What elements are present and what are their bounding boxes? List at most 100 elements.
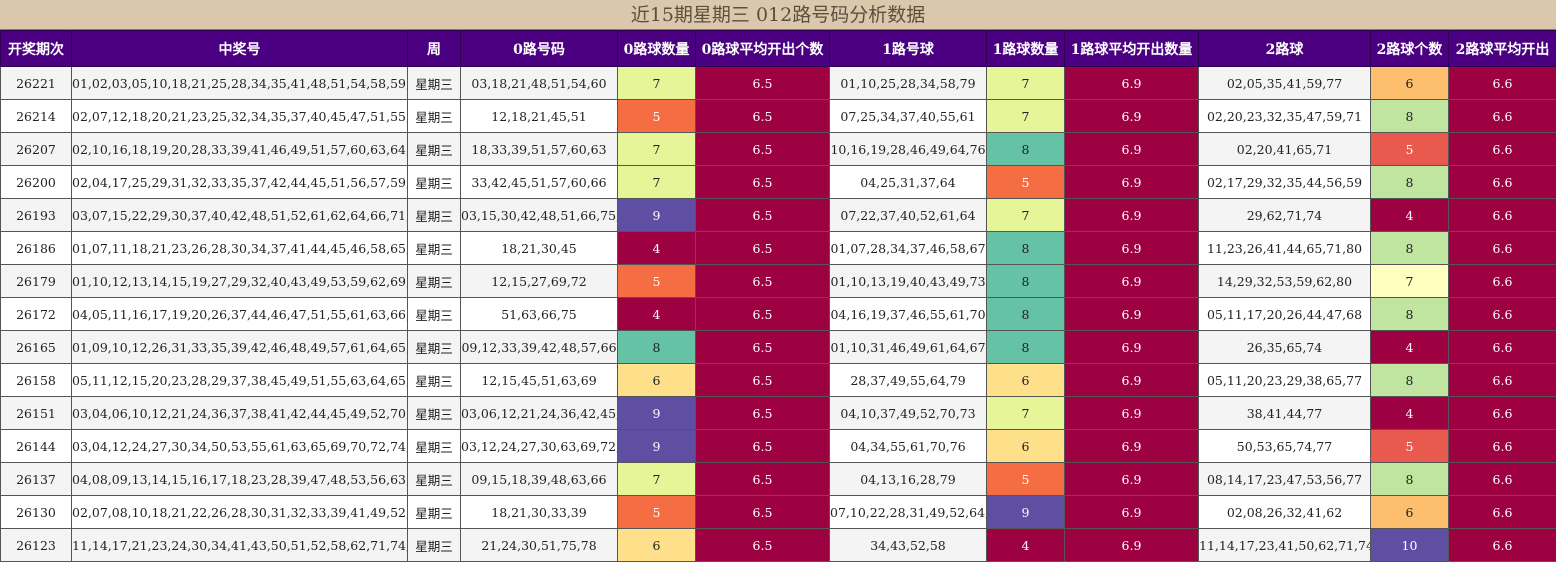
cell-week: 星期三 <box>408 67 461 100</box>
cell-road2-average: 6.6 <box>1449 430 1556 463</box>
table-row: 2618601,07,11,18,21,23,26,28,30,34,37,41… <box>1 232 1556 265</box>
cell-road1-count: 8 <box>987 265 1065 298</box>
cell-road1-count: 8 <box>987 232 1065 265</box>
header-numbers[interactable]: 中奖号 <box>72 31 408 67</box>
header-road1-count[interactable]: 1路球数量 <box>987 31 1065 67</box>
cell-road1-numbers: 01,10,25,28,34,58,79 <box>830 67 987 100</box>
cell-road1-average: 6.9 <box>1065 265 1199 298</box>
cell-road2-average: 6.6 <box>1449 100 1556 133</box>
cell-road2-numbers: 29,62,71,74 <box>1199 199 1371 232</box>
cell-road0-average: 6.5 <box>696 298 830 331</box>
table-row: 2615805,11,12,15,20,23,28,29,37,38,45,49… <box>1 364 1556 397</box>
cell-issue: 26179 <box>1 265 72 298</box>
cell-issue: 26123 <box>1 529 72 562</box>
cell-road0-numbers: 03,15,30,42,48,51,66,75,78 <box>461 199 618 232</box>
cell-road1-count: 9 <box>987 496 1065 529</box>
cell-numbers: 03,04,12,24,27,30,34,50,53,55,61,63,65,6… <box>72 430 408 463</box>
table-row: 2616501,09,10,12,26,31,33,35,39,42,46,48… <box>1 331 1556 364</box>
cell-road2-count: 8 <box>1371 166 1449 199</box>
cell-road0-average: 6.5 <box>696 232 830 265</box>
cell-road0-average: 6.5 <box>696 265 830 298</box>
cell-numbers: 02,10,16,18,19,20,28,33,39,41,46,49,51,5… <box>72 133 408 166</box>
cell-road0-numbers: 18,33,39,51,57,60,63 <box>461 133 618 166</box>
cell-road1-numbers: 07,10,22,28,31,49,52,64,67 <box>830 496 987 529</box>
header-road0-average[interactable]: 0路球平均开出个数 <box>696 31 830 67</box>
header-road1-average[interactable]: 1路球平均开出数量 <box>1065 31 1199 67</box>
cell-week: 星期三 <box>408 100 461 133</box>
cell-road0-average: 6.5 <box>696 397 830 430</box>
cell-week: 星期三 <box>408 463 461 496</box>
cell-numbers: 04,05,11,16,17,19,20,26,37,44,46,47,51,5… <box>72 298 408 331</box>
cell-road1-average: 6.9 <box>1065 133 1199 166</box>
cell-road0-count: 7 <box>618 463 696 496</box>
header-road1-numbers[interactable]: 1路号球 <box>830 31 987 67</box>
cell-week: 星期三 <box>408 331 461 364</box>
header-week[interactable]: 周 <box>408 31 461 67</box>
table-row: 2621402,07,12,18,20,21,23,25,32,34,35,37… <box>1 100 1556 133</box>
cell-week: 星期三 <box>408 529 461 562</box>
cell-road0-average: 6.5 <box>696 496 830 529</box>
cell-road0-average: 6.5 <box>696 331 830 364</box>
cell-road0-numbers: 09,15,18,39,48,63,66 <box>461 463 618 496</box>
cell-road2-count: 8 <box>1371 298 1449 331</box>
cell-week: 星期三 <box>408 166 461 199</box>
table-row: 2617204,05,11,16,17,19,20,26,37,44,46,47… <box>1 298 1556 331</box>
cell-road0-average: 6.5 <box>696 67 830 100</box>
cell-week: 星期三 <box>408 232 461 265</box>
cell-road0-numbers: 03,18,21,48,51,54,60 <box>461 67 618 100</box>
cell-road1-numbers: 04,16,19,37,46,55,61,70 <box>830 298 987 331</box>
cell-road0-numbers: 51,63,66,75 <box>461 298 618 331</box>
cell-road1-numbers: 04,13,16,28,79 <box>830 463 987 496</box>
header-road0-numbers[interactable]: 0路号码 <box>461 31 618 67</box>
cell-road1-count: 7 <box>987 199 1065 232</box>
cell-road2-numbers: 11,14,17,23,41,50,62,71,74,80 <box>1199 529 1371 562</box>
cell-road0-numbers: 18,21,30,33,39 <box>461 496 618 529</box>
cell-week: 星期三 <box>408 199 461 232</box>
cell-road0-count: 9 <box>618 397 696 430</box>
cell-road2-numbers: 38,41,44,77 <box>1199 397 1371 430</box>
cell-road0-average: 6.5 <box>696 463 830 496</box>
cell-week: 星期三 <box>408 265 461 298</box>
cell-numbers: 02,07,12,18,20,21,23,25,32,34,35,37,40,4… <box>72 100 408 133</box>
cell-road0-numbers: 03,12,24,27,30,63,69,72,75 <box>461 430 618 463</box>
cell-road1-count: 5 <box>987 166 1065 199</box>
header-road2-average[interactable]: 2路球平均开出 <box>1449 31 1556 67</box>
cell-road1-count: 7 <box>987 100 1065 133</box>
table-row: 2612311,14,17,21,23,24,30,34,41,43,50,51… <box>1 529 1556 562</box>
cell-road1-count: 6 <box>987 430 1065 463</box>
cell-week: 星期三 <box>408 298 461 331</box>
cell-road1-count: 4 <box>987 529 1065 562</box>
header-road2-numbers[interactable]: 2路球 <box>1199 31 1371 67</box>
cell-road2-average: 6.6 <box>1449 232 1556 265</box>
cell-numbers: 05,11,12,15,20,23,28,29,37,38,45,49,51,5… <box>72 364 408 397</box>
cell-road0-count: 7 <box>618 166 696 199</box>
table-row: 2613002,07,08,10,18,21,22,26,28,30,31,32… <box>1 496 1556 529</box>
cell-numbers: 02,04,17,25,29,31,32,33,35,37,42,44,45,5… <box>72 166 408 199</box>
cell-week: 星期三 <box>408 430 461 463</box>
cell-road2-numbers: 02,20,41,65,71 <box>1199 133 1371 166</box>
cell-road2-numbers: 02,20,23,32,35,47,59,71 <box>1199 100 1371 133</box>
cell-road1-numbers: 07,25,34,37,40,55,61 <box>830 100 987 133</box>
header-road2-count[interactable]: 2路球个数 <box>1371 31 1449 67</box>
cell-road2-count: 10 <box>1371 529 1449 562</box>
cell-road1-average: 6.9 <box>1065 496 1199 529</box>
cell-road2-average: 6.6 <box>1449 463 1556 496</box>
cell-road1-numbers: 01,07,28,34,37,46,58,67 <box>830 232 987 265</box>
cell-road2-numbers: 26,35,65,74 <box>1199 331 1371 364</box>
cell-road0-count: 5 <box>618 496 696 529</box>
cell-road2-average: 6.6 <box>1449 529 1556 562</box>
cell-road2-numbers: 50,53,65,74,77 <box>1199 430 1371 463</box>
cell-road0-count: 7 <box>618 67 696 100</box>
header-road0-count[interactable]: 0路球数量 <box>618 31 696 67</box>
header-issue[interactable]: 开奖期次 <box>1 31 72 67</box>
page-title: 近15期星期三 012路号码分析数据 <box>0 0 1556 30</box>
cell-road0-count: 5 <box>618 100 696 133</box>
cell-road1-numbers: 01,10,13,19,40,43,49,73 <box>830 265 987 298</box>
cell-road0-average: 6.5 <box>696 133 830 166</box>
cell-road0-count: 6 <box>618 364 696 397</box>
cell-road2-count: 4 <box>1371 199 1449 232</box>
cell-week: 星期三 <box>408 364 461 397</box>
cell-road1-numbers: 34,43,52,58 <box>830 529 987 562</box>
cell-road0-numbers: 18,21,30,45 <box>461 232 618 265</box>
cell-numbers: 02,07,08,10,18,21,22,26,28,30,31,32,33,3… <box>72 496 408 529</box>
